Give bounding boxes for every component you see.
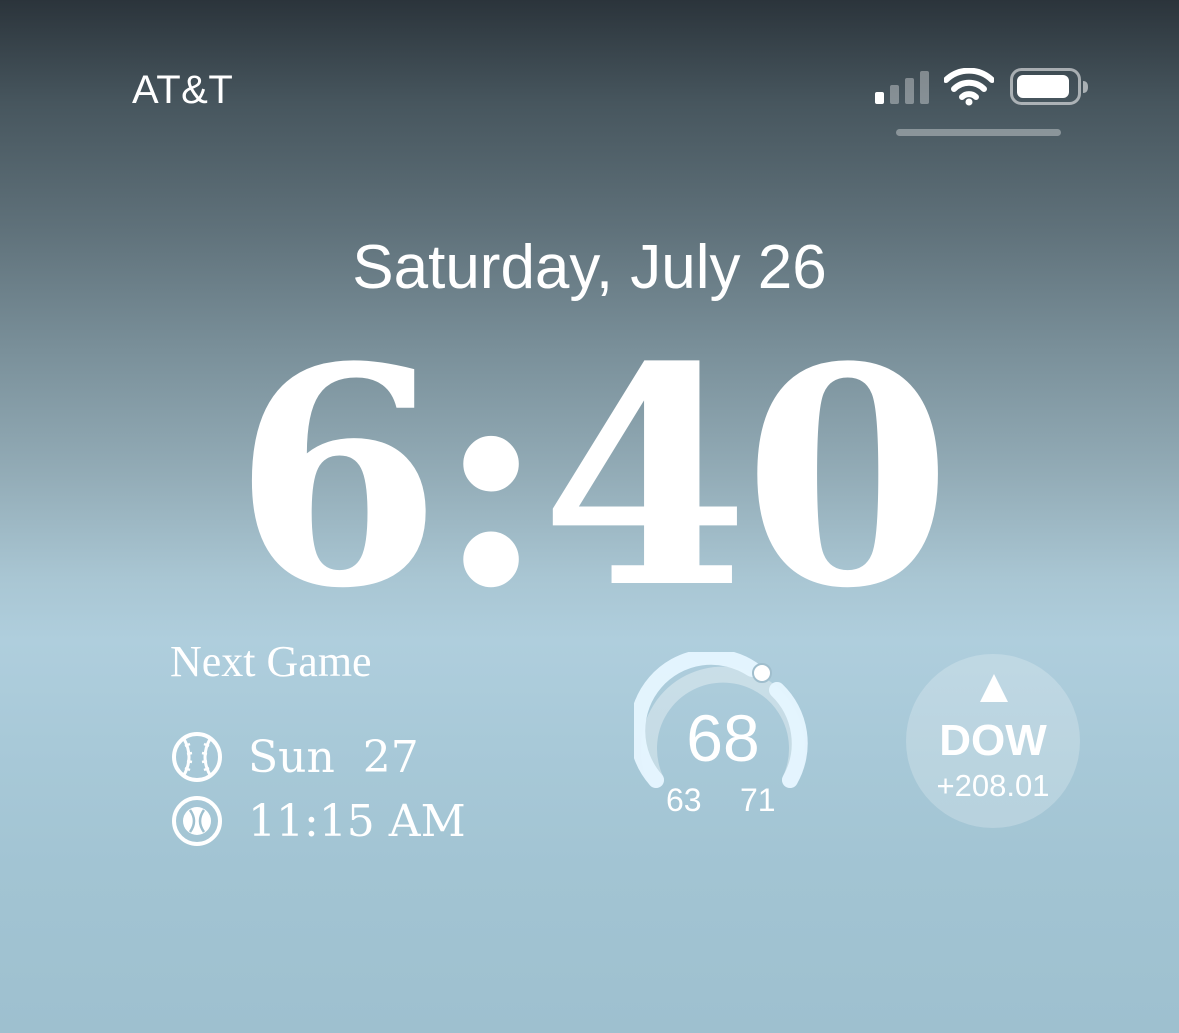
stock-symbol: DOW — [939, 716, 1047, 765]
next-game-time-row[interactable]: 11:15 AM — [170, 794, 466, 848]
next-game-day: Sun 27 — [248, 731, 419, 783]
baseball-icon — [172, 732, 222, 782]
carrier-name: AT&T — [132, 68, 234, 112]
next-game-day-row[interactable]: Sun 27 — [170, 730, 419, 784]
next-game-time: 11:15 AM — [248, 795, 466, 847]
lock-time: 6:40 — [233, 301, 952, 654]
notification-indicator[interactable] — [896, 129, 1061, 136]
team-logo-icon — [172, 796, 222, 846]
stock-widget[interactable]: DOW +208.01 — [906, 654, 1080, 828]
lock-date: Saturday, July 26 — [352, 233, 827, 302]
current-temperature: 68 — [686, 701, 760, 775]
battery-icon — [1010, 68, 1088, 105]
wifi-icon — [944, 68, 994, 106]
signal-icon — [875, 71, 929, 104]
high-temperature: 71 — [740, 782, 776, 818]
stock-change: +208.01 — [936, 768, 1050, 803]
up-arrow-icon — [980, 674, 1008, 702]
lock-screen: AT&T Saturday, July 26 6:40 Next Game Su… — [0, 0, 1179, 1033]
next-game-title[interactable]: Next Game — [170, 636, 372, 687]
low-temperature: 63 — [666, 782, 702, 818]
